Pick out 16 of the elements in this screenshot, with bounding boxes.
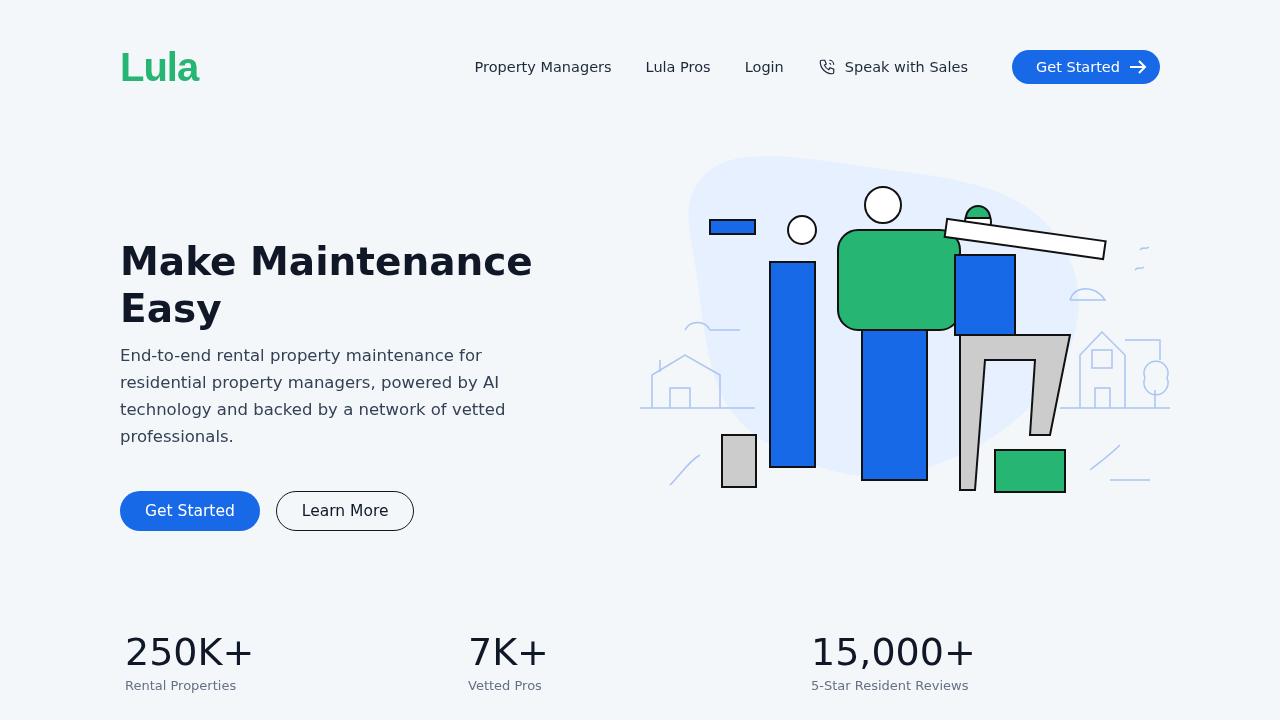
- nav-link[interactable]: Speak with Sales: [817, 58, 968, 76]
- nav-link[interactable]: Property Managers: [474, 59, 612, 75]
- get-started-button[interactable]: Get Started: [120, 491, 260, 531]
- get-started-button[interactable]: Get Started: [1012, 50, 1160, 84]
- hero-title: Make Maintenance Easy: [120, 238, 534, 332]
- stat-value: 15,000+: [811, 630, 977, 674]
- nav-link[interactable]: Lula Pros: [645, 59, 711, 75]
- stat-label: Rental Properties: [125, 678, 238, 693]
- phone-icon: [817, 58, 836, 76]
- stat-label: 5-Star Resident Reviews: [811, 678, 970, 693]
- nav-link[interactable]: Login: [744, 59, 784, 75]
- hero-description: End-to-end rental property maintenance for residential property managers, powered by AI technology and backed by a network of vetted professionals.: [120, 345, 507, 448]
- stat-label: Vetted Pros: [468, 678, 543, 693]
- stat-value: 250K+: [125, 630, 256, 674]
- stat-value: 7K+: [468, 630, 550, 674]
- arrow-right-icon: [1128, 59, 1148, 75]
